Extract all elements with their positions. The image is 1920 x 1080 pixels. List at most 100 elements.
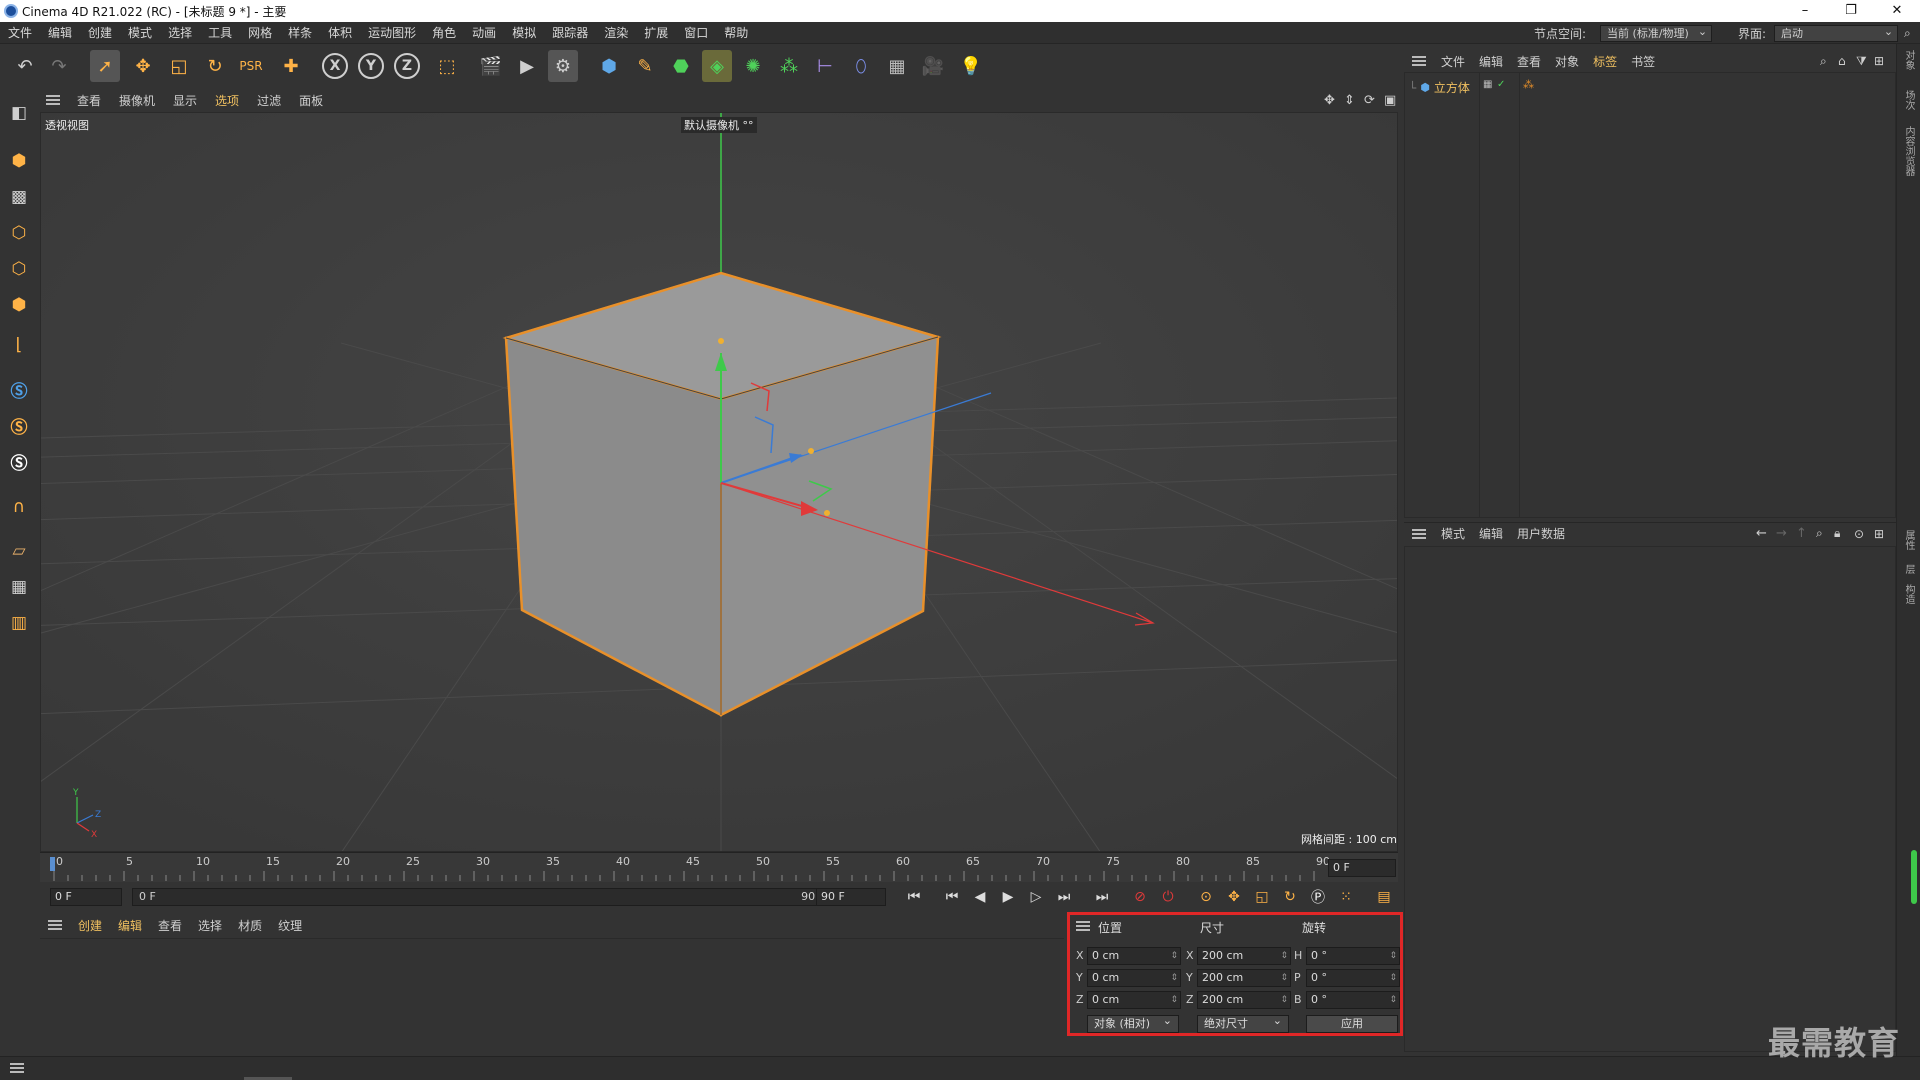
menu-tracker[interactable]: 跟踪器	[544, 24, 596, 41]
cube-object-icon[interactable]: ⬢	[594, 50, 624, 82]
workplane-icon[interactable]: ▱	[4, 536, 34, 566]
cloner-icon[interactable]: ✺	[738, 50, 768, 82]
points-mode-icon[interactable]: ⬡	[4, 218, 34, 248]
apply-button[interactable]: 应用	[1306, 1015, 1398, 1033]
material-menu-material[interactable]: 材质	[230, 917, 270, 934]
menu-edit[interactable]: 编辑	[40, 24, 80, 41]
material-menu-edit[interactable]: 编辑	[110, 917, 150, 934]
y-axis-lock-icon[interactable]: Y	[358, 53, 384, 79]
viewport-menu-view[interactable]: 查看	[68, 92, 110, 109]
viewport-move-icon[interactable]: ✥	[1324, 93, 1335, 108]
edges-mode-icon[interactable]: ⬡	[4, 254, 34, 284]
status-menu-icon[interactable]	[10, 1063, 24, 1073]
pen-spline-icon[interactable]: ✎	[630, 50, 660, 82]
menu-tools[interactable]: 工具	[200, 24, 240, 41]
move-tool-icon[interactable]: ✥	[128, 50, 158, 82]
object-home-icon[interactable]: ⌂	[1838, 54, 1846, 68]
start-frame-field[interactable]: 0 F	[50, 888, 122, 906]
object-manager[interactable]: └ ⬢ 立方体 ▦ ✓ ⁂	[1404, 72, 1896, 518]
go-to-start-icon[interactable]: ⏮	[902, 886, 926, 908]
coordinate-mode-dropdown[interactable]: 对象 (相对)	[1087, 1013, 1179, 1033]
object-menu-edit[interactable]: 编辑	[1472, 53, 1510, 70]
current-frame-field[interactable]: 0 F	[1328, 859, 1396, 877]
editor-visibility-icon[interactable]: ▦	[1483, 79, 1492, 90]
forward-arrow-icon[interactable]: →	[1776, 526, 1787, 541]
z-axis-lock-icon[interactable]: Z	[394, 53, 420, 79]
pos-z-field[interactable]: 0 cm	[1087, 991, 1181, 1009]
viewport-menu-cameras[interactable]: 摄像机	[110, 92, 164, 109]
menu-spline[interactable]: 样条	[280, 24, 320, 41]
enable-check-icon[interactable]: ✓	[1497, 79, 1505, 90]
phong-tag-icon[interactable]: ⁂	[1523, 78, 1534, 91]
select-tool-icon[interactable]: ➚	[90, 50, 120, 82]
light-icon[interactable]: 💡	[956, 50, 986, 82]
camera-icon[interactable]: 🎥	[918, 50, 948, 82]
menu-select[interactable]: 选择	[160, 24, 200, 41]
floor-icon[interactable]: ▦	[882, 50, 912, 82]
pos-y-field[interactable]: 0 cm	[1087, 969, 1181, 987]
make-editable-icon[interactable]: ◧	[4, 98, 34, 128]
extrude-icon[interactable]: ◈	[702, 50, 732, 82]
go-to-end-icon[interactable]: ⏭	[1090, 886, 1114, 908]
key-pla-icon[interactable]: ⁙	[1334, 886, 1358, 908]
attribute-manager[interactable]	[1404, 546, 1896, 1052]
end-frame-field[interactable]: 90 F	[816, 888, 886, 906]
attribute-menu-user-data[interactable]: 用户数据	[1510, 525, 1572, 542]
model-mode-icon[interactable]: ⬢	[4, 146, 34, 176]
viewport-menu-filter[interactable]: 过滤	[248, 92, 290, 109]
menu-animate[interactable]: 动画	[464, 24, 504, 41]
object-menu-view[interactable]: 查看	[1510, 53, 1548, 70]
next-key-icon[interactable]: ⏭	[1052, 886, 1076, 908]
coordinate-system-icon[interactable]: ⬚	[432, 50, 462, 82]
key-scale-icon[interactable]: ◱	[1250, 886, 1274, 908]
menu-extensions[interactable]: 扩展	[636, 24, 676, 41]
back-arrow-icon[interactable]: ←	[1756, 526, 1767, 541]
menu-file[interactable]: 文件	[0, 24, 40, 41]
viewport-menu-panel[interactable]: 面板	[290, 92, 332, 109]
size-mode-dropdown[interactable]: 绝对尺寸	[1197, 1013, 1289, 1033]
material-menu-texture[interactable]: 纹理	[270, 917, 310, 934]
object-new-panel-icon[interactable]: ⊞	[1874, 54, 1884, 68]
timeline-ruler[interactable]: 0 5 10 15 20 25 30 35 40 45 50 55 60 65 70 75 80 85 90 0 F	[40, 852, 1398, 882]
camera-name[interactable]: 默认摄像机 °°	[681, 117, 757, 133]
coordinates-menu-icon[interactable]	[1076, 921, 1090, 931]
keyframe-selection-icon[interactable]: ⊙	[1194, 886, 1218, 908]
material-menu-create[interactable]: 创建	[70, 917, 110, 934]
size-z-field[interactable]: 200 cm	[1197, 991, 1291, 1009]
rot-h-field[interactable]: 0 °	[1306, 947, 1400, 965]
restore-button[interactable]: ❐	[1828, 0, 1874, 22]
range-slider[interactable]: 0 F 90 F	[132, 888, 842, 906]
size-x-field[interactable]: 200 cm	[1197, 947, 1291, 965]
menu-mode[interactable]: 模式	[120, 24, 160, 41]
workplane-grid-icon[interactable]: ▥	[4, 608, 34, 638]
attribute-search-icon[interactable]: ⌕	[1816, 526, 1823, 541]
tab-content-browser[interactable]: 内容浏览器	[1901, 126, 1916, 176]
solo-off-icon[interactable]: Ⓢ	[4, 446, 34, 476]
key-rotation-icon[interactable]: ↻	[1278, 886, 1302, 908]
tab-structure[interactable]: 构造	[1901, 584, 1916, 604]
play-icon[interactable]: ▶	[996, 886, 1020, 908]
viewport-menu-icon[interactable]	[46, 95, 60, 105]
settings-icon[interactable]: ⊙	[1854, 527, 1864, 541]
key-position-icon[interactable]: ✥	[1222, 886, 1246, 908]
layout-dropdown[interactable]: 启动	[1774, 24, 1899, 42]
material-menu-view[interactable]: 查看	[150, 917, 190, 934]
tab-attributes[interactable]: 属性	[1901, 530, 1916, 550]
rot-b-field[interactable]: 0 °	[1306, 991, 1400, 1009]
viewport-maximize-icon[interactable]: ▣	[1384, 93, 1396, 108]
object-name[interactable]: 立方体	[1434, 79, 1470, 96]
undo-icon[interactable]: ↶	[10, 50, 40, 82]
scale-tool-icon[interactable]: ◱	[164, 50, 194, 82]
add-tool-icon[interactable]: ✚	[276, 50, 306, 82]
lock-icon[interactable]: 🔒︎	[1834, 526, 1840, 541]
solo-hierarchy-icon[interactable]: Ⓢ	[4, 410, 34, 440]
x-axis-lock-icon[interactable]: X	[322, 53, 348, 79]
axis-mode-icon[interactable]: ⌊	[4, 330, 34, 360]
mograph-array-icon[interactable]: ⁂	[774, 50, 804, 82]
snap-icon[interactable]: ∩	[4, 492, 34, 522]
render-view-icon[interactable]: 🎬	[476, 50, 506, 82]
previous-frame-icon[interactable]: ◀	[968, 886, 992, 908]
menu-render[interactable]: 渲染	[596, 24, 636, 41]
object-menu-bookmarks[interactable]: 书签	[1624, 53, 1662, 70]
key-parameter-icon[interactable]: Ⓟ	[1306, 886, 1330, 908]
